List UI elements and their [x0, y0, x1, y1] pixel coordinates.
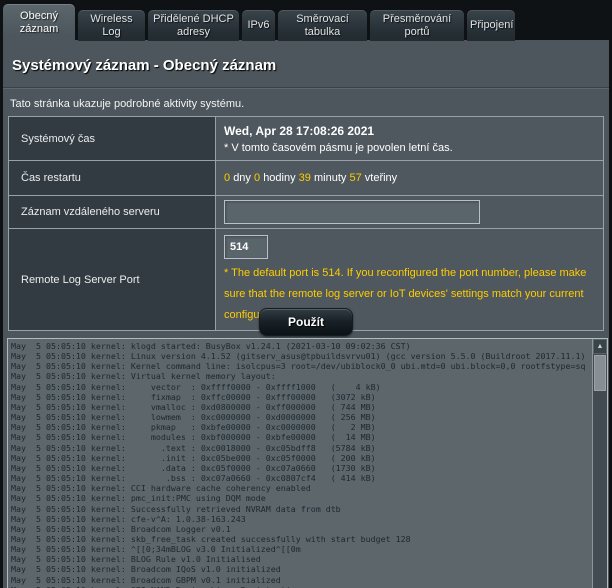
system-log-viewer: May 5 05:05:10 kernel: klogd started: Bu… [7, 338, 608, 588]
system-time-value: Wed, Apr 28 17:08:26 2021 [224, 124, 595, 138]
uptime-num: 39 [299, 172, 311, 184]
table-row: Záznam vzdáleného serveru [9, 196, 604, 229]
uptime-label: Čas restartu [9, 161, 216, 196]
tab-1[interactable]: Obecný záznam [3, 4, 75, 41]
tab-label: IPv6 [242, 19, 275, 32]
router-admin-page: Obecný záznamWireless LogPřidělené DHCP … [0, 0, 612, 588]
log-text[interactable]: May 5 05:05:10 kernel: klogd started: Bu… [8, 339, 591, 588]
scrollbar-thumb[interactable] [594, 355, 606, 391]
tab-label: Směrovací tabulka [278, 13, 367, 39]
remote-port-input[interactable] [224, 235, 268, 259]
system-time-note: * V tomto časovém pásmu je povolen letní… [224, 142, 595, 154]
remote-server-label: Záznam vzdáleného serveru [9, 196, 216, 229]
content-panel: Systémový záznam - Obecný záznam Tato st… [3, 40, 609, 588]
tab-label: Připojení [467, 19, 515, 32]
log-scrollbar[interactable]: ▲ [592, 339, 607, 588]
remote-server-input[interactable] [224, 200, 480, 224]
apply-button[interactable]: Použít [259, 308, 353, 336]
chevron-up-icon: ▲ [597, 343, 604, 350]
page-description: Tato stránka ukazuje podrobné aktivity s… [10, 98, 244, 110]
table-row: Čas restartu 0 dny 0 hodiny 39 minuty 57… [9, 161, 604, 196]
tab-7[interactable]: Připojení [467, 10, 515, 41]
tab-3[interactable]: Přidělené DHCP adresy [148, 10, 239, 41]
uptime-unit: minuty [314, 172, 346, 184]
tab-4[interactable]: IPv6 [242, 10, 275, 41]
uptime-num: 0 [224, 172, 230, 184]
tab-label: Přesměrování portů [370, 13, 464, 39]
uptime-value: 0 dny 0 hodiny 39 minuty 57 vteřiny [224, 172, 595, 184]
uptime-unit: vteřiny [365, 172, 397, 184]
scroll-up-button[interactable]: ▲ [593, 339, 607, 354]
tab-bar: Obecný záznamWireless LogPřidělené DHCP … [3, 4, 515, 41]
tab-label: Wireless Log [78, 13, 145, 39]
uptime-num: 57 [349, 172, 361, 184]
title-divider [3, 87, 609, 89]
tab-label: Přidělené DHCP adresy [148, 13, 239, 39]
tab-2[interactable]: Wireless Log [78, 10, 145, 41]
tab-5[interactable]: Směrovací tabulka [278, 10, 367, 41]
settings-table: Systémový čas Wed, Apr 28 17:08:26 2021 … [8, 116, 604, 331]
apply-button-row: Použít [3, 308, 609, 336]
system-time-label: Systémový čas [9, 117, 216, 161]
uptime-num: 0 [254, 172, 260, 184]
uptime-unit: hodiny [263, 172, 295, 184]
page-title: Systémový záznam - Obecný záznam [12, 57, 276, 74]
tab-label: Obecný záznam [3, 10, 75, 36]
uptime-unit: dny [233, 172, 251, 184]
tab-6[interactable]: Přesměrování portů [370, 10, 464, 41]
table-row: Systémový čas Wed, Apr 28 17:08:26 2021 … [9, 117, 604, 161]
